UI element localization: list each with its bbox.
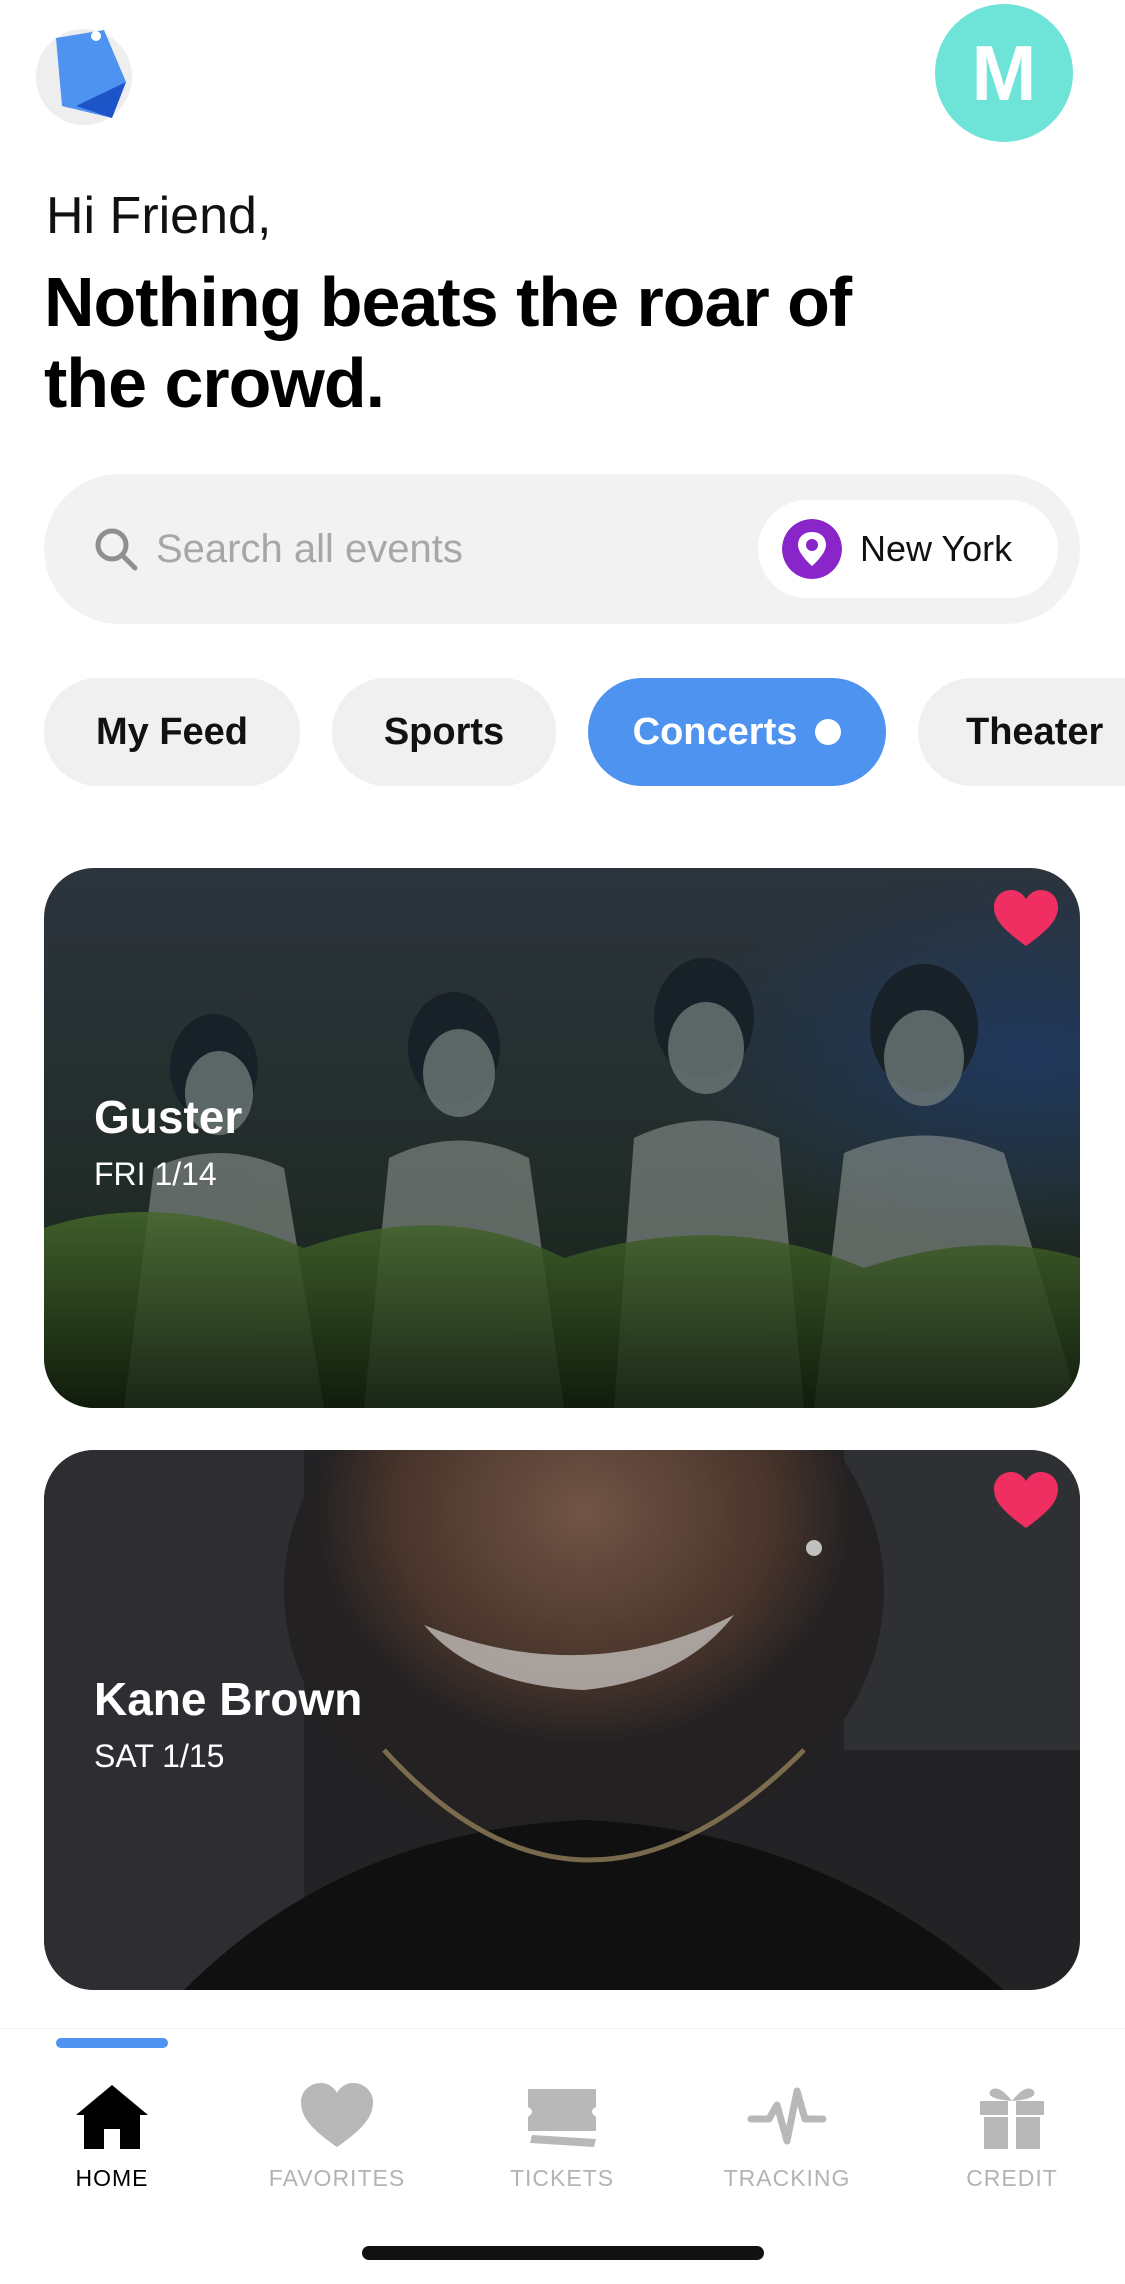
greeting-text: Hi Friend, [46, 187, 272, 245]
tab-home[interactable]: HOME [12, 2081, 212, 2201]
tab-tickets[interactable]: TICKETS [462, 2081, 662, 2201]
tab-credit[interactable]: CREDIT [912, 2081, 1112, 2201]
chip-label: Sports [383, 710, 505, 753]
avatar-initial: M [971, 28, 1037, 117]
bottom-tab-bar: HOME FAVORITES TICKETS TRACKING CREDIT [0, 2028, 1125, 2228]
gift-icon [980, 2088, 1044, 2149]
location-label: New York [860, 528, 1013, 569]
tab-label: TRACKING [723, 2165, 851, 2191]
tab-label: HOME [75, 2165, 149, 2191]
page-headline: Nothing beats the roar of the crowd. [44, 263, 852, 422]
selected-dot-icon [815, 719, 842, 745]
heart-icon [301, 2083, 373, 2147]
event-card-kane-brown[interactable]: Kane Brown SAT 1/15 [44, 1450, 1080, 1990]
tab-label: FAVORITES [268, 2165, 406, 2191]
active-tab-indicator [56, 2038, 168, 2048]
favorite-heart-icon[interactable] [994, 1472, 1058, 1530]
chip-sports[interactable]: Sports [332, 678, 556, 786]
chip-label: My Feed [95, 710, 249, 753]
event-title: Guster [94, 1091, 243, 1143]
event-card-guster[interactable]: Guster FRI 1/14 [44, 868, 1080, 1408]
event-date: SAT 1/15 [94, 1738, 225, 1774]
chip-theater[interactable]: Theater [918, 678, 1125, 786]
event-date: FRI 1/14 [94, 1156, 217, 1192]
tab-favorites[interactable]: FAVORITES [237, 2081, 437, 2201]
event-title: Kane Brown [94, 1673, 363, 1725]
chip-label: Concerts [632, 710, 798, 753]
location-pin-icon [782, 519, 842, 579]
location-selector[interactable]: New York [758, 500, 1058, 598]
app-logo-icon[interactable] [34, 22, 144, 132]
search-icon [95, 528, 138, 571]
search-bar[interactable]: New York [44, 474, 1080, 624]
tab-label: CREDIT [966, 2165, 1058, 2191]
tab-label: TICKETS [509, 2165, 615, 2191]
search-input[interactable] [156, 517, 676, 581]
tab-tracking[interactable]: TRACKING [687, 2081, 887, 2201]
chip-label: Theater [966, 710, 1104, 753]
home-icon [76, 2085, 148, 2149]
chip-my-feed[interactable]: My Feed [44, 678, 300, 786]
category-chips: My Feed Sports Concerts Theater [44, 678, 1125, 788]
favorite-heart-icon[interactable] [994, 890, 1058, 948]
ticket-icon [528, 2089, 596, 2147]
home-indicator-bar [362, 2246, 764, 2260]
profile-avatar[interactable]: M [935, 4, 1073, 142]
chip-concerts[interactable]: Concerts [588, 678, 886, 786]
pulse-icon [747, 2087, 827, 2145]
